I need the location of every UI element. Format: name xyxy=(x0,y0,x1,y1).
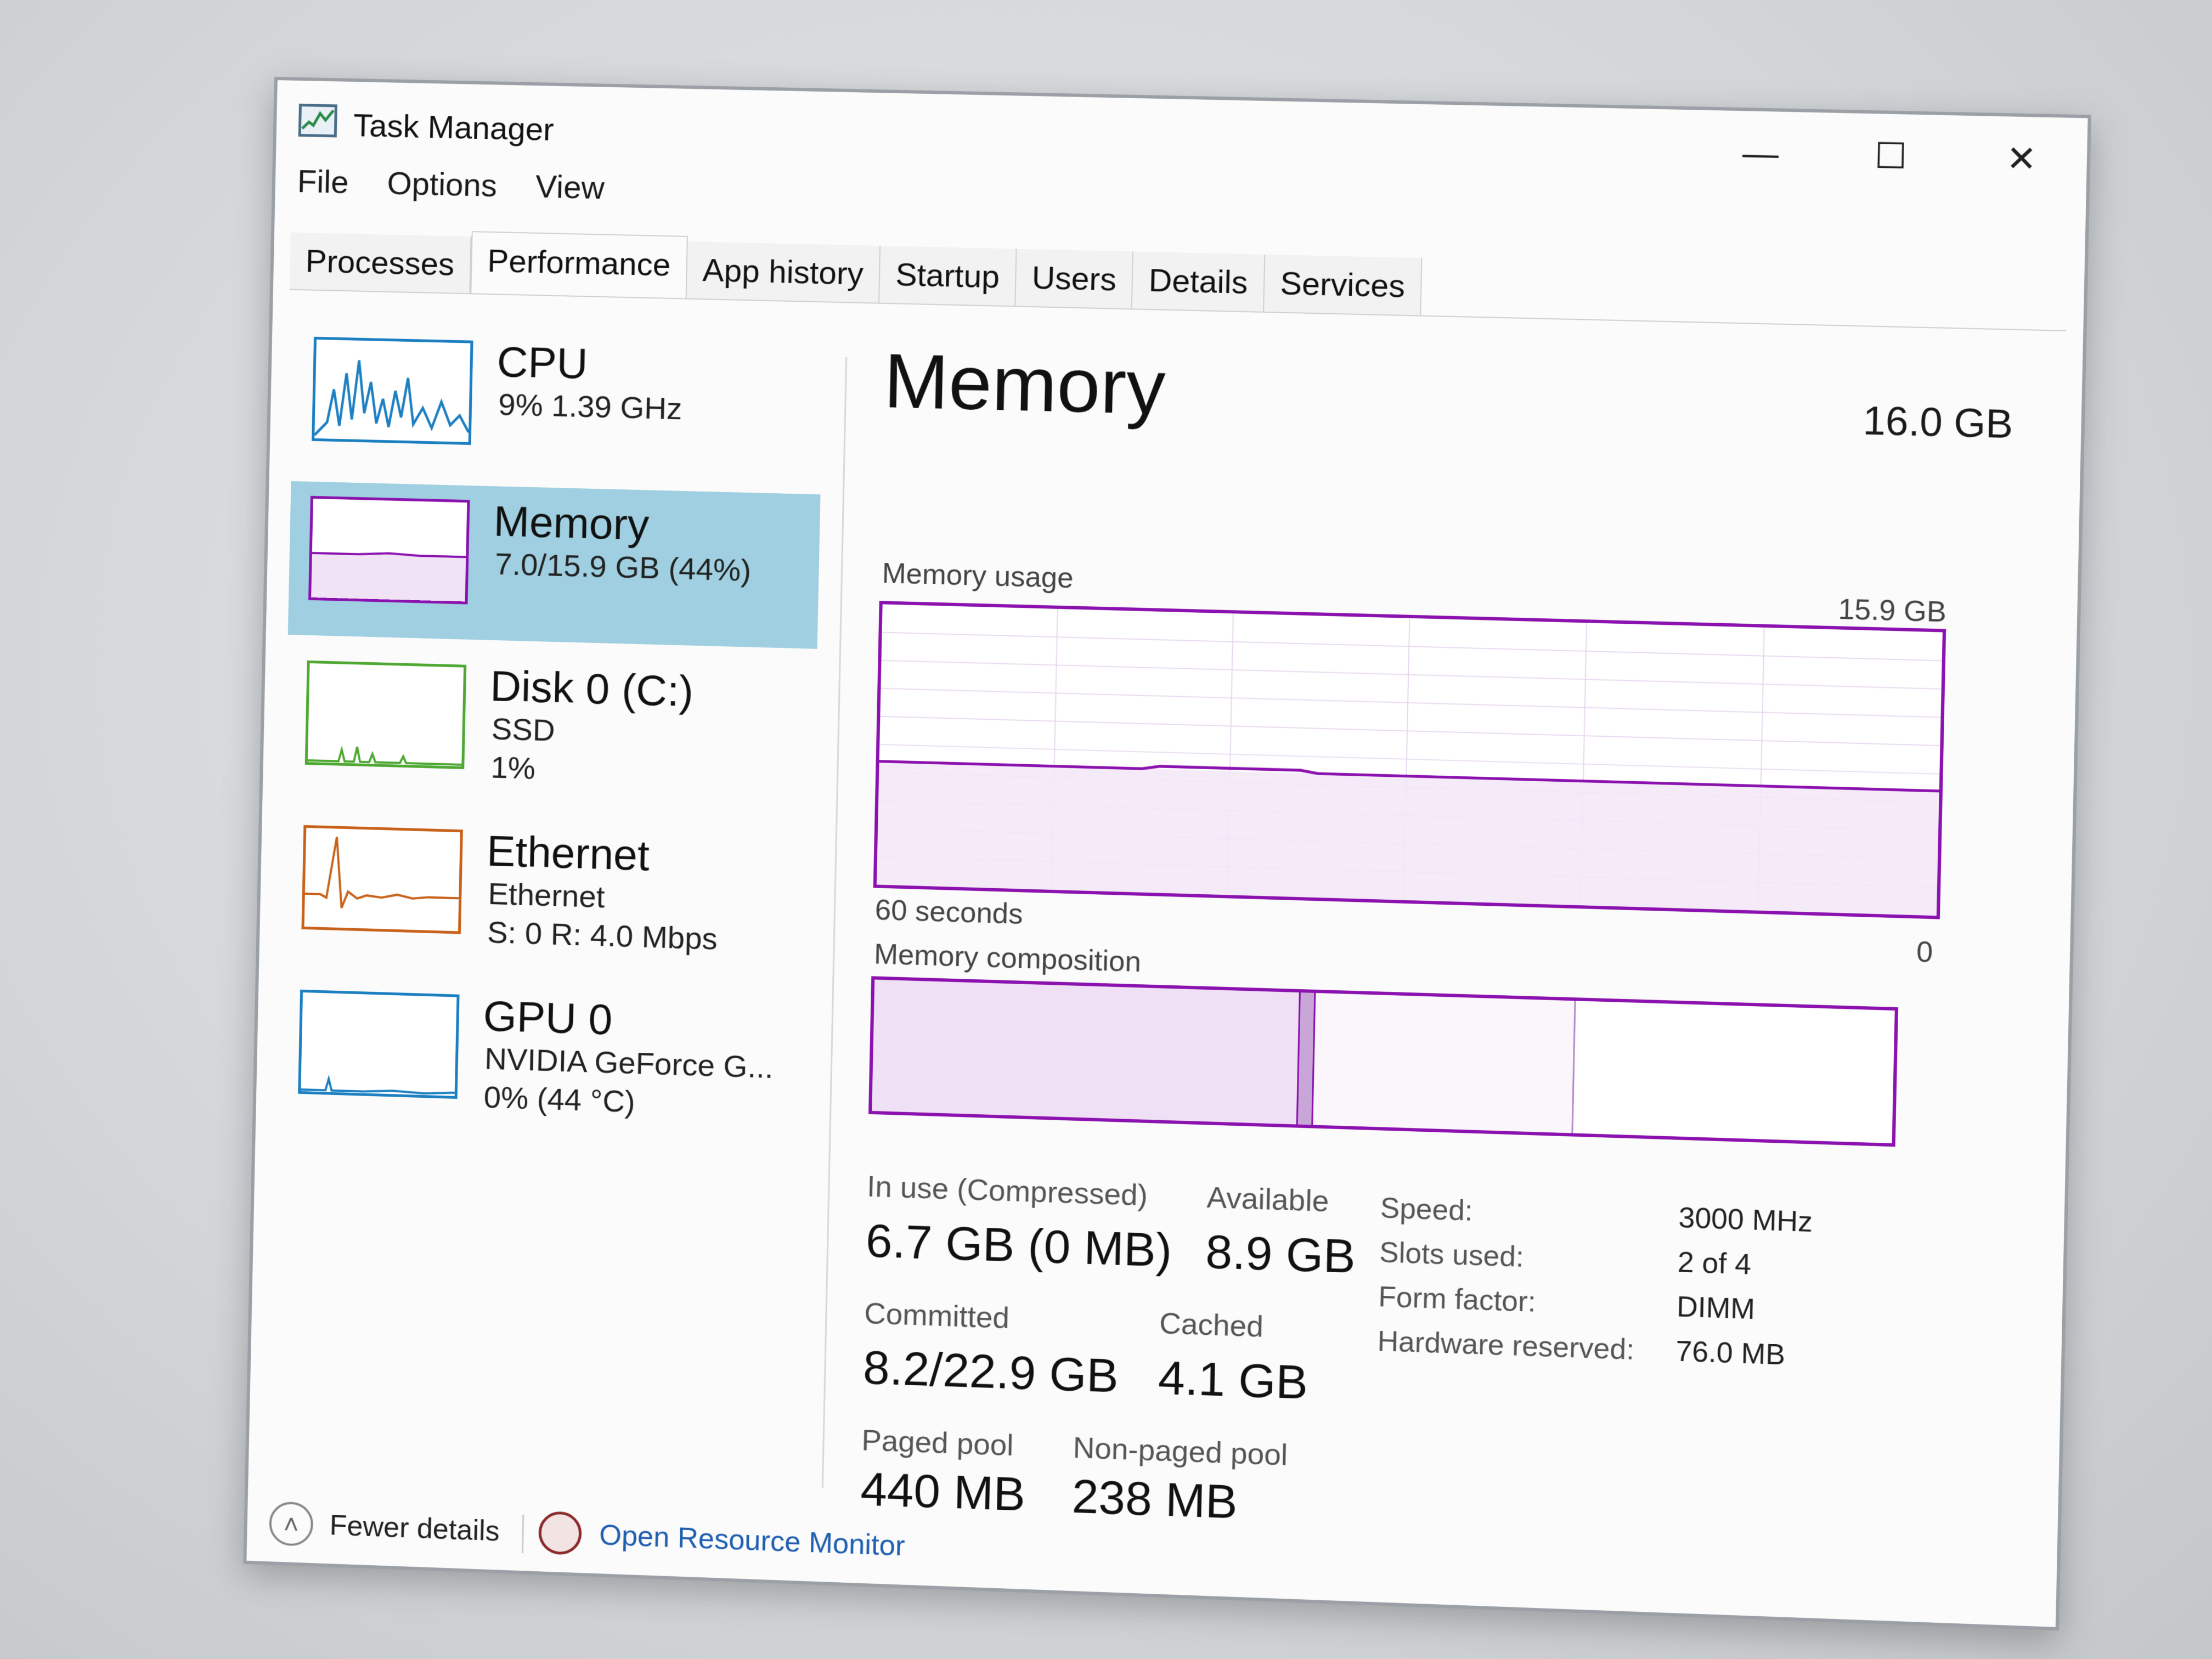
ethernet-thumbnail-graph xyxy=(301,825,463,934)
in-use-value: 6.7 GB (0 MB) xyxy=(865,1214,1173,1278)
sidebar-ethernet-adapter: Ethernet xyxy=(487,876,606,915)
menu-bar: File Options View xyxy=(297,163,605,206)
composition-in-use[interactable] xyxy=(872,979,1301,1125)
memory-usage-label: Memory usage xyxy=(882,557,1074,595)
menu-options[interactable]: Options xyxy=(387,165,498,205)
performance-sidebar: CPU 9% 1.39 GHz Memory 7.0/15.9 GB (44%)… xyxy=(270,322,835,1510)
slots-used-value: 2 of 4 xyxy=(1677,1246,1752,1281)
open-resource-monitor-link[interactable]: Open Resource Monitor xyxy=(599,1519,905,1563)
in-use-label: In use (Compressed) xyxy=(866,1170,1148,1212)
cached-label: Cached xyxy=(1159,1306,1264,1344)
sidebar-gpu-name: GPU 0 xyxy=(483,991,613,1044)
sidebar-gpu-usage: 0% (44 °C) xyxy=(483,1079,636,1119)
sidebar-memory-detail: 7.0/15.9 GB (44%) xyxy=(494,546,752,588)
sidebar-ethernet-throughput: S: 0 R: 4.0 Mbps xyxy=(487,914,718,956)
form-factor-label: Form factor: xyxy=(1378,1280,1537,1318)
slots-used-label: Slots used: xyxy=(1379,1236,1525,1274)
memory-composition-bar xyxy=(868,976,1899,1147)
gpu-thumbnail-graph xyxy=(298,989,460,1099)
available-label: Available xyxy=(1206,1181,1329,1218)
memory-thumbnail-graph xyxy=(308,495,470,605)
disk-thumbnail-graph xyxy=(304,660,467,770)
sidebar-ethernet-name: Ethernet xyxy=(486,826,650,880)
memory-total: 16.0 GB xyxy=(1862,398,2014,447)
non-paged-pool-label: Non-paged pool xyxy=(1073,1431,1288,1472)
tab-details[interactable]: Details xyxy=(1132,251,1266,312)
sidebar-item-gpu[interactable]: GPU 0 NVIDIA GeForce G... 0% (44 °C) xyxy=(278,975,810,1146)
cpu-thumbnail-graph xyxy=(312,336,473,445)
task-manager-icon xyxy=(298,103,337,138)
sidebar-item-memory[interactable]: Memory 7.0/15.9 GB (44%) xyxy=(287,481,821,649)
sidebar-item-disk[interactable]: Disk 0 (C:) SSD 1% xyxy=(284,646,817,815)
hardware-reserved-value: 76.0 MB xyxy=(1675,1335,1786,1372)
sidebar-memory-name: Memory xyxy=(493,496,650,549)
sidebar-disk-name: Disk 0 (C:) xyxy=(489,661,695,716)
tab-performance[interactable]: Performance xyxy=(470,231,688,298)
composition-standby[interactable] xyxy=(1313,992,1577,1133)
sidebar-item-ethernet[interactable]: Ethernet Ethernet S: 0 R: 4.0 Mbps xyxy=(281,810,814,980)
speed-value: 3000 MHz xyxy=(1678,1201,1813,1239)
available-value: 8.9 GB xyxy=(1205,1225,1356,1284)
form-factor-value: DIMM xyxy=(1676,1290,1756,1326)
usage-grid-line-h xyxy=(882,633,1942,661)
sidebar-disk-usage: 1% xyxy=(490,749,536,786)
sidebar-disk-type: SSD xyxy=(491,711,556,748)
menu-view[interactable]: View xyxy=(535,168,605,206)
memory-composition-label: Memory composition xyxy=(873,938,1142,979)
footer-divider xyxy=(521,1514,524,1554)
tab-services[interactable]: Services xyxy=(1263,254,1423,315)
memory-usage-max: 15.9 GB xyxy=(1838,593,1947,629)
sidebar-gpu-model: NVIDIA GeForce G... xyxy=(484,1041,774,1085)
maximize-button[interactable]: ☐ xyxy=(1825,129,1957,183)
chevron-up-icon[interactable]: ˄ xyxy=(268,1501,314,1547)
memory-usage-graph xyxy=(873,601,1946,919)
composition-free[interactable] xyxy=(1573,1001,1895,1143)
memory-detail-panel: Memory 16.0 GB Memory usage 15.9 GB 60 s… xyxy=(843,324,2049,1553)
task-manager-window: Task Manager — ☐ ✕ File Options View Pro… xyxy=(243,77,2091,1631)
paged-pool-label: Paged pool xyxy=(861,1424,1014,1463)
non-paged-pool-value: 238 MB xyxy=(1071,1470,1238,1529)
usage-grid-line-h xyxy=(882,661,1942,689)
close-button[interactable]: ✕ xyxy=(1956,132,2087,185)
minimize-button[interactable]: — xyxy=(1695,127,1826,179)
paged-pool-value: 440 MB xyxy=(860,1462,1026,1521)
tab-processes[interactable]: Processes xyxy=(289,232,472,294)
cached-value: 4.1 GB xyxy=(1158,1351,1309,1409)
usage-fill-area xyxy=(876,761,1939,916)
time-window-label: 60 seconds xyxy=(874,894,1024,930)
window-title: Task Manager xyxy=(353,108,555,148)
hardware-reserved-label: Hardware reserved: xyxy=(1377,1325,1635,1367)
resource-monitor-icon[interactable] xyxy=(538,1510,582,1556)
fewer-details-link[interactable]: Fewer details xyxy=(329,1509,500,1548)
tab-app-history[interactable]: App history xyxy=(686,241,881,303)
usage-grid-line-h xyxy=(881,689,1940,718)
committed-label: Committed xyxy=(864,1296,1010,1335)
sidebar-cpu-detail: 9% 1.39 GHz xyxy=(498,387,683,426)
tab-startup[interactable]: Startup xyxy=(879,246,1017,306)
menu-file[interactable]: File xyxy=(297,163,349,201)
sidebar-item-cpu[interactable]: CPU 9% 1.39 GHz xyxy=(291,322,824,489)
committed-value: 8.2/22.9 GB xyxy=(862,1341,1119,1403)
tab-users[interactable]: Users xyxy=(1015,249,1134,309)
sidebar-cpu-name: CPU xyxy=(496,337,589,388)
page-title: Memory xyxy=(883,337,1167,431)
speed-label: Speed: xyxy=(1380,1192,1474,1227)
usage-grid-line-h xyxy=(880,716,1940,746)
usage-zero-label: 0 xyxy=(1916,935,1933,969)
